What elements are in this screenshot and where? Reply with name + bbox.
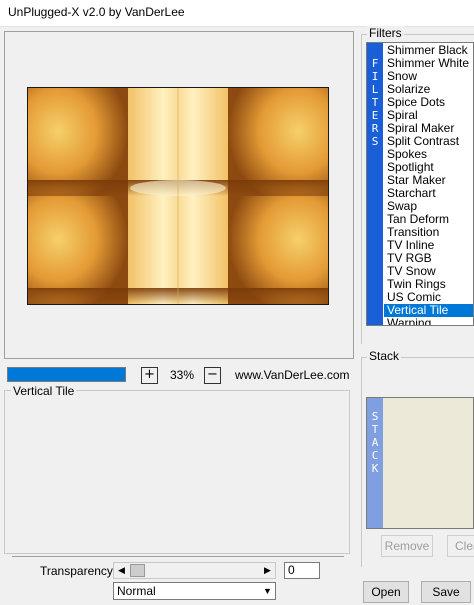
transparency-value-field[interactable]: 0 [284, 562, 320, 579]
stack-band-letter: S [371, 410, 379, 423]
transparency-label: Transparency [40, 564, 113, 578]
filter-settings-title: Vertical Tile [11, 384, 77, 398]
stack-band-letter: C [371, 449, 379, 462]
filters-band-letter: F [371, 57, 379, 70]
stack-band-letter: T [371, 423, 379, 436]
stack-side-band: STACK [367, 398, 383, 528]
filters-band-letter: S [371, 135, 379, 148]
zoom-out-button[interactable]: − [204, 367, 221, 384]
filter-settings-panel: Vertical Tile [4, 384, 350, 554]
preview-image [27, 87, 329, 305]
render-progress-bar [7, 367, 126, 382]
clear-button[interactable]: Clea [447, 535, 474, 557]
divider [12, 556, 344, 557]
filters-band-letter: E [371, 109, 379, 122]
stack-band-letter: K [371, 462, 379, 475]
filters-list[interactable]: FILTERS Shimmer Black Shimmer White Snow So… [366, 42, 474, 326]
preview-frame [4, 31, 354, 359]
filters-band-letter: I [371, 70, 379, 83]
filters-group-label: Filters [367, 26, 404, 40]
preview-render [28, 88, 328, 304]
filters-band-letter: L [371, 83, 379, 96]
stack-group-label: Stack [367, 349, 402, 363]
filters-side-band: FILTERS [367, 43, 383, 325]
zoom-in-button[interactable]: + [141, 367, 158, 384]
stack-band-letter: A [371, 436, 379, 449]
chevron-down-icon[interactable]: ▼ [260, 583, 275, 599]
filters-band-letter: R [371, 122, 379, 135]
filters-items: Shimmer Black Shimmer White Snow Solarize Sp… [384, 44, 473, 326]
slider-right-arrow-icon[interactable]: ▶ [260, 563, 275, 578]
remove-button[interactable]: Remove [381, 535, 433, 557]
filter-list-item[interactable]: Warping [384, 317, 473, 326]
render-progress-fill [8, 368, 125, 381]
blend-mode-select[interactable]: Normal ▼ [113, 582, 276, 600]
slider-left-arrow-icon[interactable]: ◀ [114, 563, 129, 578]
zoom-level: 33% [170, 368, 195, 382]
slider-thumb[interactable] [130, 564, 145, 577]
save-button[interactable]: Save [421, 581, 471, 603]
stack-list[interactable]: STACK [366, 397, 474, 529]
filters-band-letter: T [371, 96, 379, 109]
blend-mode-value: Normal [117, 584, 156, 598]
transparency-slider[interactable]: ◀ ▶ [113, 562, 276, 579]
website-link[interactable]: www.VanDerLee.com [235, 368, 350, 382]
open-button[interactable]: Open [363, 581, 409, 603]
window-title: UnPlugged-X v2.0 by VanDerLee [8, 5, 185, 19]
title-bar: UnPlugged-X v2.0 by VanDerLee [0, 0, 474, 27]
